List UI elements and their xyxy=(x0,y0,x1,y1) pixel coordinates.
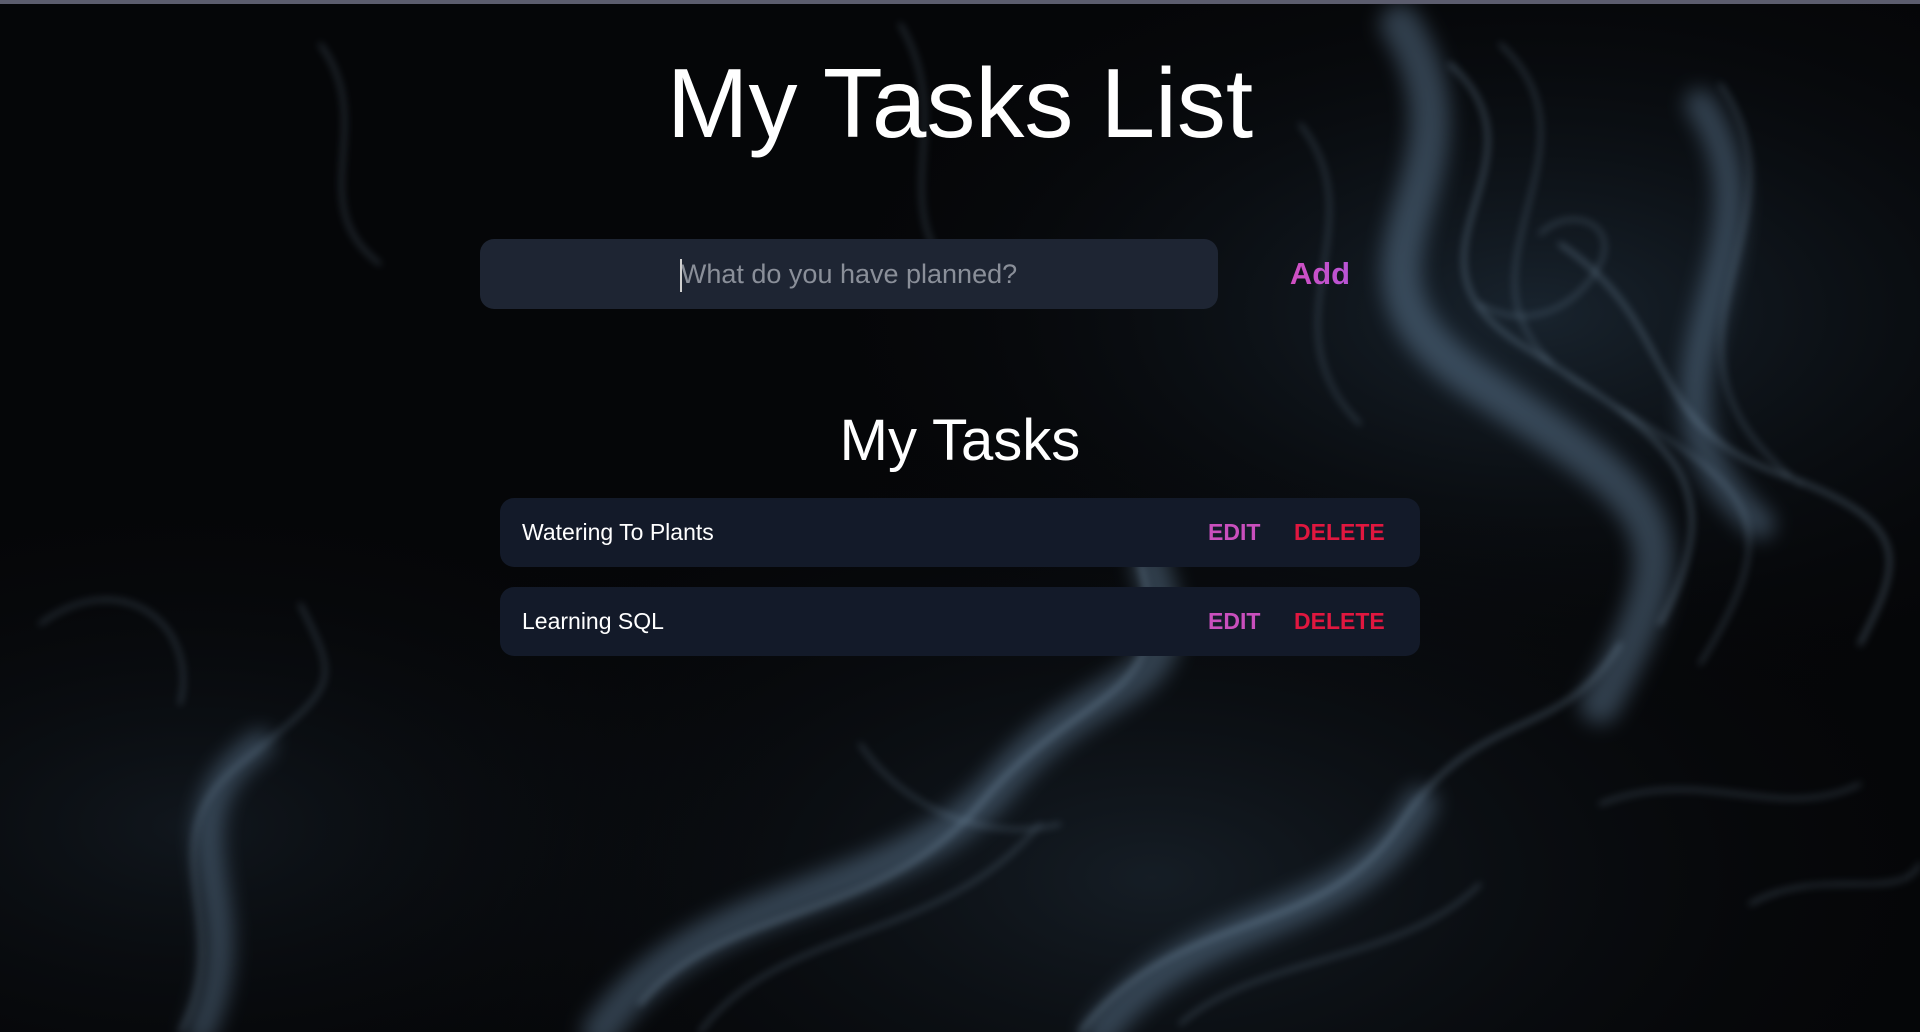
new-task-form: Add Task xyxy=(480,239,1400,361)
text-cursor xyxy=(680,259,682,292)
add-task-button[interactable]: Add Task xyxy=(1240,239,1400,361)
new-task-input[interactable] xyxy=(480,239,1218,309)
task-item: Watering To Plants EDIT DELETE xyxy=(500,498,1420,567)
app-container: My Tasks List Add Task My Tasks Watering… xyxy=(0,0,1920,1032)
tasks-section-title: My Tasks xyxy=(839,408,1081,473)
edit-task-button[interactable]: EDIT xyxy=(1208,587,1260,656)
delete-task-button[interactable]: DELETE xyxy=(1294,587,1385,656)
edit-task-button[interactable]: EDIT xyxy=(1208,498,1260,567)
app-title: My Tasks List xyxy=(666,48,1254,158)
delete-task-button[interactable]: DELETE xyxy=(1294,498,1385,567)
task-list: Watering To Plants EDIT DELETE Learning … xyxy=(500,498,1420,676)
task-text: Watering To Plants xyxy=(522,519,714,545)
task-item: Learning SQL EDIT DELETE xyxy=(500,587,1420,656)
task-text: Learning SQL xyxy=(522,608,664,634)
